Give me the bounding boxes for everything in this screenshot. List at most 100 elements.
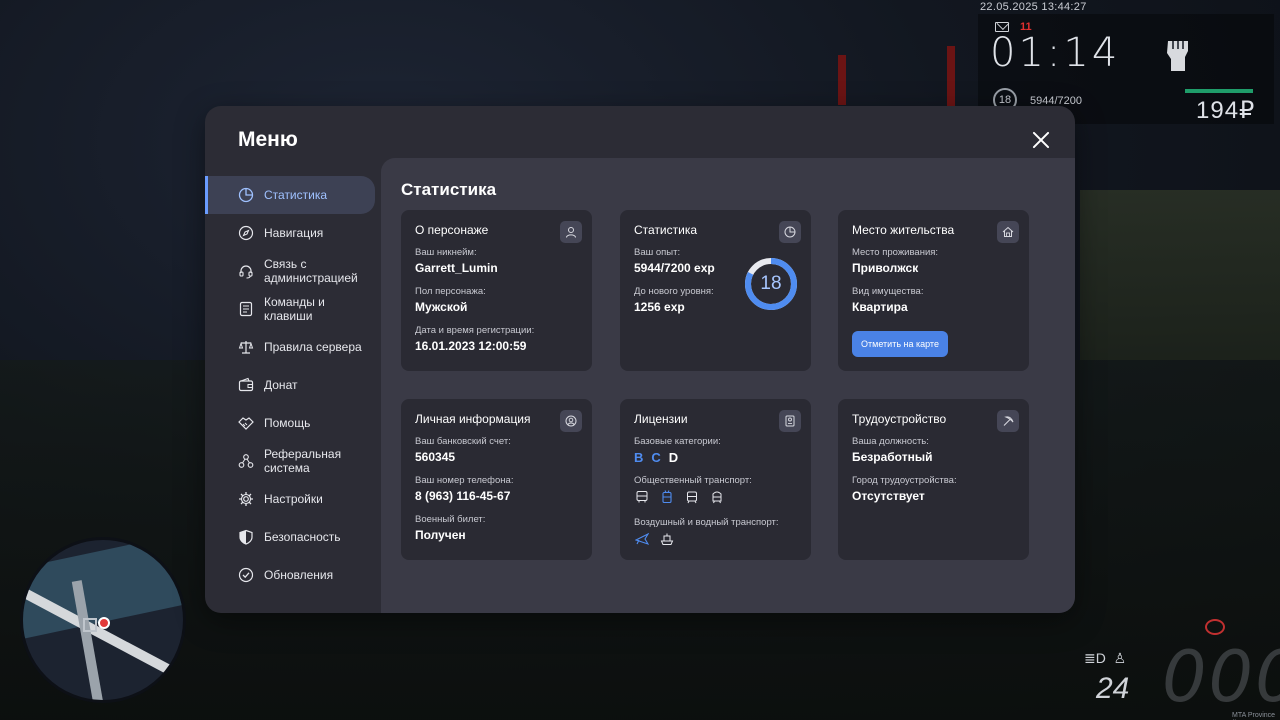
hud-money: 194₽ [1196,97,1256,124]
card-title: Место жительства [852,223,955,237]
bank-value: 560345 [415,450,456,464]
field-label: Дата и время регистрации: [415,325,535,336]
headset-icon [238,263,254,279]
card-title: Лицензии [634,412,688,426]
sidebar-item-updates[interactable]: Обновления [205,556,381,594]
menu-title: Меню [238,128,298,151]
card-title: Личная информация [415,412,531,426]
license-category-d: D [668,450,679,465]
bus-icon [634,489,650,505]
sidebar-item-label: Связь с администрацией [264,257,358,285]
boat-icon [659,531,675,547]
background-pole [947,46,955,106]
field-label: Военный билет: [415,514,486,525]
pickaxe-icon [997,410,1019,432]
license-category-b: B [634,450,644,465]
level-number: 18 [760,273,782,294]
clock-icon [779,221,801,243]
content-panel: Статистика О персонаже Ваш никнейм: Garr… [381,158,1075,613]
sidebar-item-label: Помощь [264,416,311,430]
field-label: Ваша должность: [852,436,929,447]
sidebar-item-label: Безопасность [264,530,341,544]
field-label: Город трудоустройства: [852,475,957,486]
place-value: Приволжск [852,261,919,275]
network-icon [238,453,254,469]
sidebar-item-label: Статистика [264,188,328,202]
sidebar-item-label: Команды и клавиши [264,295,325,323]
mark-on-map-button[interactable]: Отметить на карте [852,331,948,357]
wallet-icon [238,377,254,393]
field-label: Общественный транспорт: [634,475,752,486]
keyboard-icon [238,301,254,317]
minimap [20,537,186,703]
property-value: Квартира [852,300,908,314]
card-residence: Место жительства Место проживания: Приво… [838,210,1029,371]
sidebar-item-navigation[interactable]: Навигация [205,214,381,252]
warning-icon [1205,619,1225,635]
sidebar-item-security[interactable]: Безопасность [205,518,381,556]
phone-value: 8 (963) 116-45-67 [415,489,511,503]
sidebar-item-label: Реферальная система [264,447,342,475]
hud-datetime: 22.05.2025 13:44:27 [980,1,1087,13]
fuel-indicator: 24 [1096,672,1129,706]
card-licenses: Лицензии Базовые категории: B C D Общест… [620,399,811,560]
sidebar-item-label: Правила сервера [264,340,362,354]
sidebar: Статистика Навигация Связь с администрац… [205,176,381,594]
background-structure [1080,190,1280,360]
plane-icon [634,531,650,547]
field-label: Ваш номер телефона: [415,475,514,486]
close-icon[interactable] [1029,128,1053,152]
military-value: Получен [415,528,466,542]
card-personal: Личная информация Ваш банковский счет: 5… [401,399,592,560]
license-categories: B C D [634,450,797,465]
minimap-marker-icon [83,618,97,632]
card-title: О персонаже [415,223,489,237]
sidebar-item-statistics[interactable]: Статистика [205,176,375,214]
card-employment: Трудоустройство Ваша должность: Безработ… [838,399,1029,560]
gender-value: Мужской [415,300,468,314]
scales-icon [238,339,254,355]
field-label: Ваш банковский счет: [415,436,511,447]
city-value: Отсутствует [852,489,925,503]
sidebar-item-commands[interactable]: Команды и клавиши [205,290,381,328]
trolleybus-icon [659,489,675,505]
player-blip-icon [98,617,110,629]
sidebar-item-label: Обновления [264,568,334,582]
nickname-value: Garrett_Lumin [415,261,498,275]
field-label: Пол персонажа: [415,286,486,297]
fuel-value: 24 [1096,672,1130,705]
metro-icon [709,489,725,505]
sidebar-item-settings[interactable]: Настройки [205,480,381,518]
sidebar-item-donate[interactable]: Донат [205,366,381,404]
sidebar-item-rules[interactable]: Правила сервера [205,328,381,366]
content-title: Статистика [401,180,497,199]
fist-icon [1163,33,1193,82]
hud-health-bar [1185,89,1253,93]
user-circle-icon [560,410,582,432]
sidebar-item-label: Навигация [264,226,324,240]
field-label: Воздушный и водный транспорт: [634,517,779,528]
menu-window: Меню Статистика Навигация Связь с админи… [205,106,1075,613]
sidebar-item-referral[interactable]: Реферальная система [205,442,381,480]
hud-time: 01:14 [990,30,1121,76]
vehicle-status-icons: ≣D ♙ [1084,650,1127,666]
air-water-transport-icons [634,531,797,547]
sidebar-item-admin-contact[interactable]: Связь с администрацией [205,252,381,290]
background-pole [838,55,846,105]
handshake-icon [238,415,254,431]
field-label: Вид имущества: [852,286,924,297]
user-icon [560,221,582,243]
field-label: Ваш никнейм: [415,247,477,258]
home-icon [997,221,1019,243]
position-value: Безработный [852,450,933,464]
tram-icon [684,489,700,505]
card-stats: Статистика Ваш опыт: 5944/7200 exp До но… [620,210,811,371]
shield-icon [238,529,254,545]
speed-digits: 000 [1162,636,1280,718]
gear-icon [238,491,254,507]
field-label: Место проживания: [852,247,939,258]
sidebar-item-help[interactable]: Помощь [205,404,381,442]
card-title: Трудоустройство [852,412,947,426]
sidebar-item-label: Настройки [264,492,323,506]
card-title: Статистика [634,223,698,237]
